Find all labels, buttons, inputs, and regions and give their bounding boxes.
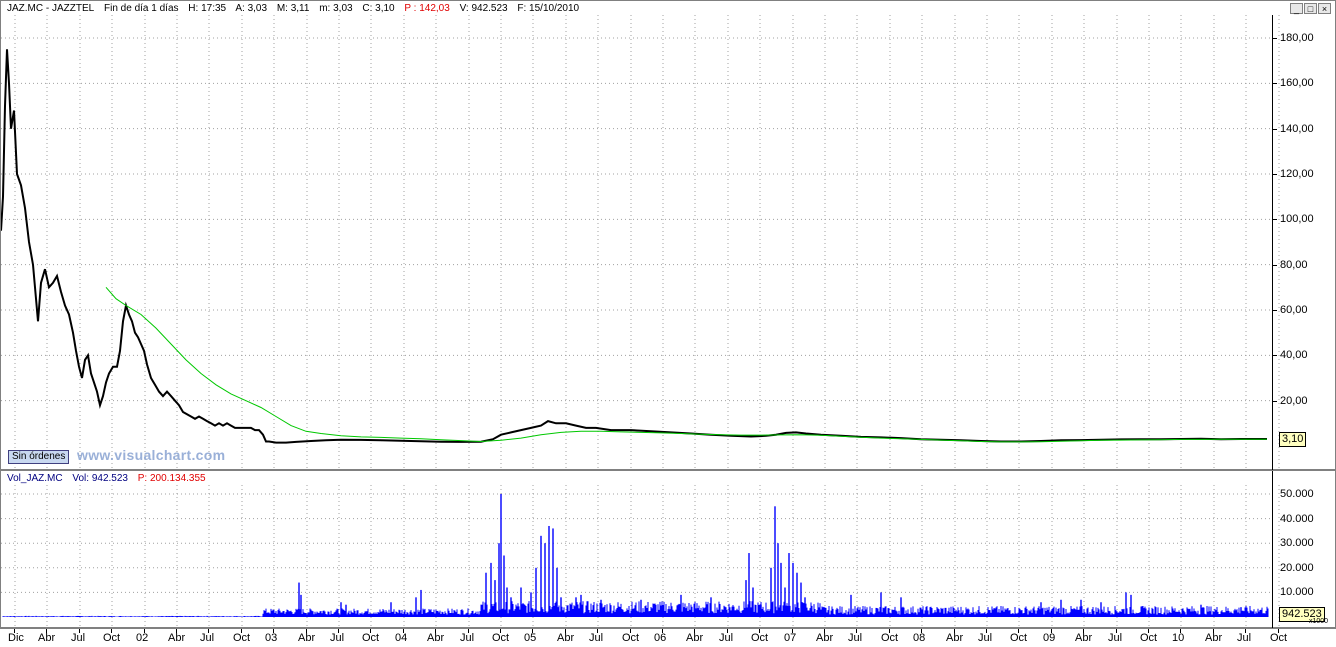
x-tick-label: Oct <box>103 632 121 644</box>
x-tick-label: Oct <box>751 632 769 644</box>
x-tick-label: 10 <box>1172 632 1185 644</box>
price-line <box>1 49 1267 444</box>
last-price-label: 3,10 <box>1279 432 1307 447</box>
price-y-tick-label: 180,00 <box>1280 32 1314 44</box>
x-tick-label: Oct <box>492 632 510 644</box>
x-tick-label: 08 <box>913 632 926 644</box>
x-tick-label: Jul <box>71 632 86 644</box>
volume-y-tick-label: 50.000 <box>1280 488 1314 500</box>
price-y-tick <box>1272 128 1277 130</box>
x-tick-label: Oct <box>881 632 899 644</box>
price-y-tick-label: 40,00 <box>1280 349 1308 362</box>
price-chart-panel[interactable]: JAZ.MC - JAZZTEL Fin de día 1 días H: 17… <box>0 0 1336 470</box>
x-tick-label: Abr <box>946 632 964 644</box>
x-tick-label: Abr <box>298 632 316 644</box>
price-y-tick-label: 100,00 <box>1280 213 1314 226</box>
x-tick-label: Oct <box>1270 632 1288 644</box>
x-tick-label: Oct <box>362 632 380 644</box>
x-tick-label: Abr <box>686 632 704 644</box>
x-tick-label: Abr <box>168 632 186 644</box>
scale-label: x1000 <box>1309 618 1329 625</box>
x-tick-label: Jul <box>1237 632 1252 644</box>
x-tick-label: Abr <box>1075 632 1093 644</box>
x-tick-label: Jul <box>330 632 345 644</box>
price-plot[interactable] <box>1 1 1336 471</box>
x-tick-label: Jul <box>200 632 215 644</box>
price-y-tick <box>1272 310 1277 311</box>
price-y-tick <box>1272 83 1277 85</box>
price-y-tick-label: 60,00 <box>1280 304 1308 316</box>
x-tick-label: Abr <box>38 632 56 644</box>
x-tick-label: 09 <box>1043 632 1056 644</box>
x-tick-label: Oct <box>233 632 251 644</box>
x-tick-label: Jul <box>719 632 734 644</box>
price-y-tick-label: 140,00 <box>1280 122 1314 135</box>
price-y-tick-label: 20,00 <box>1280 394 1308 407</box>
x-tick-label: Abr <box>557 632 575 644</box>
x-tick-label: 04 <box>395 632 408 644</box>
price-y-tick-label: 80,00 <box>1280 258 1308 271</box>
volume-axis-line <box>1272 471 1273 628</box>
x-tick-label: Jul <box>1108 632 1123 644</box>
volume-y-tick-label: 30.000 <box>1280 537 1314 550</box>
price-y-tick-label: 120,00 <box>1280 168 1314 180</box>
x-tick-label: Jul <box>978 632 993 644</box>
x-tick-label: Jul <box>589 632 604 644</box>
x-tick-label: Oct <box>1140 632 1158 644</box>
volume-bars <box>2 494 1269 617</box>
price-y-tick <box>1272 400 1277 402</box>
x-tick-label: 07 <box>784 632 797 644</box>
watermark: www.visualchart.com <box>77 447 226 463</box>
moving-average-line <box>105 286 1267 443</box>
volume-y-tick-label: 10.000 <box>1280 586 1314 599</box>
x-tick-label: 06 <box>654 632 667 644</box>
x-axis: Dic Abr Jul Oct 02 Abr Jul Oct 03 Abr Jul Oct 04 Abr J… <box>0 628 1336 647</box>
x-tick-label: Jul <box>848 632 863 644</box>
price-y-tick-label: 160,00 <box>1280 77 1314 90</box>
x-tick-label: Abr <box>816 632 834 644</box>
sin-ordenes-button[interactable]: Sin órdenes <box>8 450 70 464</box>
x-tick-label: Abr <box>427 632 445 644</box>
x-tick-label: 02 <box>136 632 149 644</box>
volume-chart-panel[interactable]: Vol_JAZ.MC Vol: 942.523 P: 200.134.355 5… <box>0 470 1336 628</box>
x-tick-label: Oct <box>622 632 640 644</box>
x-tick-label: 03 <box>265 632 278 644</box>
price-y-tick <box>1272 174 1277 175</box>
x-tick-label: Oct <box>1010 632 1028 644</box>
price-y-tick <box>1272 38 1277 39</box>
x-tick-label: Jul <box>460 632 475 644</box>
volume-plot[interactable] <box>1 471 1336 629</box>
x-tick-label: Dic <box>8 632 24 644</box>
x-tick-label: Abr <box>1205 632 1223 644</box>
price-y-tick <box>1272 264 1277 266</box>
volume-y-tick-label: 20.000 <box>1280 561 1314 574</box>
volume-y-tick-label: 40.000 <box>1280 512 1314 525</box>
price-y-tick <box>1272 219 1277 221</box>
price-y-tick <box>1272 355 1277 357</box>
x-tick-label: 05 <box>524 632 537 644</box>
